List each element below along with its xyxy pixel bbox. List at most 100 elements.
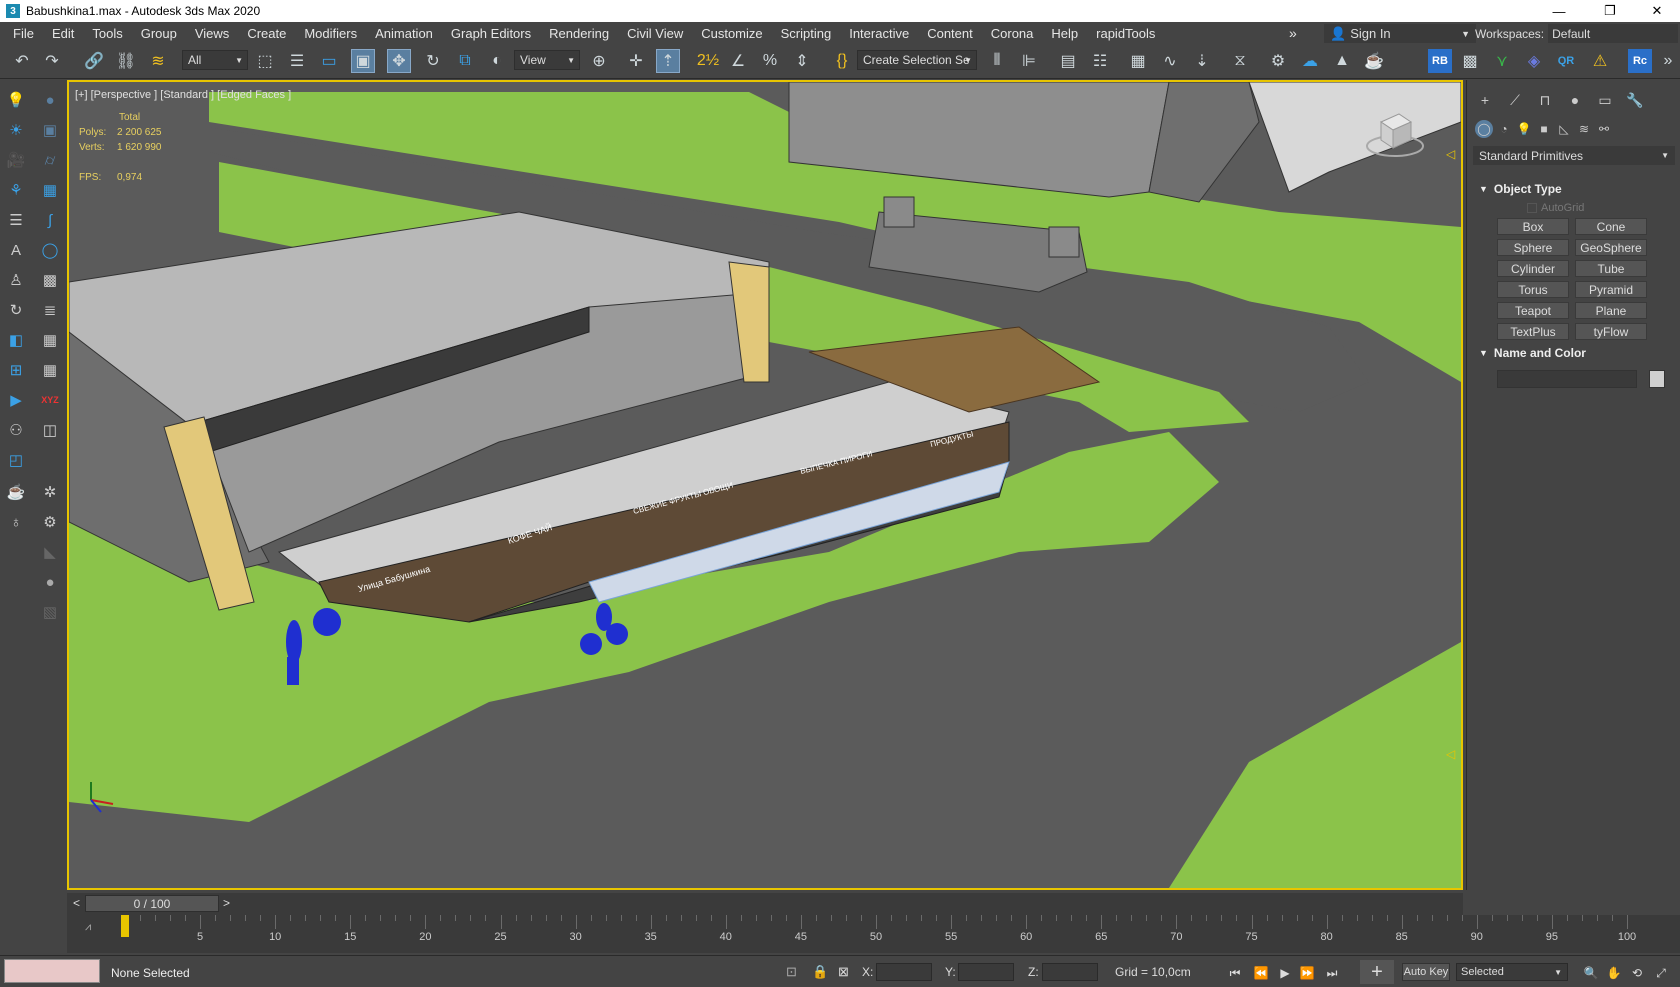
orbit-icon[interactable]: ⟲: [1628, 964, 1646, 982]
menu-animation[interactable]: Animation: [366, 26, 442, 41]
create-tab-icon[interactable]: +: [1475, 90, 1495, 110]
rotate-icon[interactable]: ↻: [421, 49, 445, 73]
people-icon[interactable]: ⚇: [4, 418, 28, 442]
move-icon[interactable]: ✥: [387, 49, 411, 73]
angle-snap-icon[interactable]: ∠: [726, 49, 750, 73]
cone-button[interactable]: Cone: [1575, 218, 1647, 235]
menu-content[interactable]: Content: [918, 26, 982, 41]
viewport-label[interactable]: [+] [Perspective ] [Standard ] [Edged Fa…: [75, 89, 291, 101]
absolute-mode-icon[interactable]: ⊠: [838, 964, 849, 980]
toolbar-chevron-icon[interactable]: »: [1656, 49, 1680, 73]
category-dropdown[interactable]: Standard Primitives ▼: [1473, 146, 1675, 165]
curve-toggle-icon[interactable]: ⩘: [85, 921, 91, 934]
previous-frame-icon[interactable]: ⏪: [1252, 964, 1270, 982]
rb-badge[interactable]: RB: [1428, 49, 1452, 73]
render-setup-icon[interactable]: ☁: [1298, 49, 1322, 73]
selection-filter-dropdown[interactable]: All ▼: [182, 50, 248, 70]
set-key-button[interactable]: +: [1360, 960, 1394, 984]
layer-explorer-icon[interactable]: ▤: [1056, 49, 1080, 73]
minimize-button[interactable]: —: [1536, 0, 1582, 22]
menu-edit[interactable]: Edit: [43, 26, 83, 41]
list-icon[interactable]: ☰: [4, 208, 28, 232]
cog-icon[interactable]: ⚙: [38, 510, 62, 534]
z-field[interactable]: [1042, 963, 1098, 981]
diamond-icon[interactable]: ◈: [1522, 49, 1546, 73]
next-frame-icon[interactable]: ⏩: [1298, 964, 1316, 982]
cylinder-button[interactable]: Cylinder: [1497, 260, 1569, 277]
auto-key-button[interactable]: Auto Key: [1402, 963, 1450, 981]
spinner-snap-icon[interactable]: ⇕: [790, 49, 814, 73]
shapes-icon[interactable]: ◔: [1495, 120, 1513, 138]
sphere-button[interactable]: Sphere: [1497, 239, 1569, 256]
perspective-viewport[interactable]: Улица Бабушкина КОФЕ ЧАЙ СВЕЖИЕ ФРУКТЫ О…: [67, 80, 1463, 890]
helpers-icon[interactable]: ◺: [1555, 120, 1573, 138]
select-object-icon[interactable]: ⬚: [253, 49, 277, 73]
snap-tool-icon[interactable]: ⊞: [4, 358, 28, 382]
cameras-icon[interactable]: ■: [1535, 120, 1553, 138]
edit-named-selection-icon[interactable]: {}: [830, 49, 854, 73]
sign-in-button[interactable]: 👤 Sign In ▼: [1324, 24, 1476, 43]
unlink-icon[interactable]: ⛓: [114, 49, 138, 73]
undo-icon[interactable]: ↶: [10, 49, 34, 73]
rotate-tool-icon[interactable]: ↻: [4, 298, 28, 322]
keyboard-shortcut-override-icon[interactable]: ⇡: [656, 49, 680, 73]
tube-button[interactable]: Tube: [1575, 260, 1647, 277]
render-frame-icon[interactable]: ▲: [1330, 49, 1354, 73]
menu-graph-editors[interactable]: Graph Editors: [442, 26, 540, 41]
x-field[interactable]: [876, 963, 932, 981]
menu-scripting[interactable]: Scripting: [772, 26, 841, 41]
menu-views[interactable]: Views: [186, 26, 238, 41]
percent-snap-icon[interactable]: %: [758, 49, 782, 73]
rc-badge[interactable]: Rc: [1628, 49, 1652, 73]
torus-button[interactable]: Torus: [1497, 281, 1569, 298]
link-icon[interactable]: 🔗: [82, 49, 106, 73]
warning-icon[interactable]: ⚠: [1588, 49, 1612, 73]
menu-file[interactable]: File: [4, 26, 43, 41]
object-type-rollout[interactable]: ▼ Object Type: [1471, 182, 1677, 196]
pyramid-button[interactable]: Pyramid: [1575, 281, 1647, 298]
render-icon[interactable]: ☕: [1362, 49, 1386, 73]
lock-icon[interactable]: 🔒: [812, 964, 828, 980]
frame-icon[interactable]: ◰: [4, 448, 28, 472]
teapot-button[interactable]: Teapot: [1497, 302, 1569, 319]
cylinder-icon[interactable]: ⌭: [38, 148, 62, 172]
window-crossing-icon[interactable]: ▣: [351, 49, 375, 73]
key-filter-dropdown[interactable]: Selected ▼: [1456, 963, 1568, 981]
grid-icon[interactable]: ▦: [38, 178, 62, 202]
geosphere-button[interactable]: GeoSphere: [1575, 239, 1647, 256]
object-name-field[interactable]: [1497, 370, 1637, 388]
utilities-tab-icon[interactable]: 🔧: [1625, 90, 1645, 110]
go-to-start-icon[interactable]: ⏮: [1226, 964, 1244, 982]
bind-spacewarp-icon[interactable]: ≋: [146, 49, 170, 73]
cube-tool-icon[interactable]: ◧: [4, 328, 28, 352]
isolate-icon[interactable]: ⊡: [786, 964, 797, 980]
menu-tools[interactable]: Tools: [83, 26, 131, 41]
spacewarps-icon[interactable]: ≋: [1575, 120, 1593, 138]
light-bulb-icon[interactable]: 💡: [4, 88, 28, 112]
scene-explorer-icon[interactable]: ☷: [1088, 49, 1112, 73]
y-field[interactable]: [958, 963, 1014, 981]
ref-coord-dropdown[interactable]: View ▼: [514, 50, 580, 70]
time-slider[interactable]: < 0 / 100 >: [67, 893, 1463, 915]
figure-icon[interactable]: ♙: [4, 268, 28, 292]
object-color-swatch[interactable]: [1649, 370, 1665, 388]
play-icon[interactable]: ▶: [1276, 964, 1294, 982]
next-frame-button[interactable]: >: [223, 896, 230, 910]
dope-sheet-icon[interactable]: ⇣: [1190, 49, 1214, 73]
geometry-icon[interactable]: ◯: [1475, 120, 1493, 138]
camera-icon[interactable]: 🎥: [4, 148, 28, 172]
grid-c-icon[interactable]: ▦: [38, 328, 62, 352]
prev-frame-button[interactable]: <: [73, 896, 80, 910]
circle-icon[interactable]: ◯: [38, 238, 62, 262]
menu-civil-view[interactable]: Civil View: [618, 26, 692, 41]
xyz-icon[interactable]: XYZ: [38, 388, 62, 412]
menu-interactive[interactable]: Interactive: [840, 26, 918, 41]
name-color-rollout[interactable]: ▼ Name and Color: [1471, 346, 1677, 360]
tree-icon[interactable]: ⚘: [4, 178, 28, 202]
sphere-icon[interactable]: ●: [38, 88, 62, 112]
schematic-view-icon[interactable]: ⧖: [1228, 49, 1252, 73]
bulb-outline-icon[interactable]: ♁: [4, 510, 28, 534]
place-icon[interactable]: ◐: [485, 49, 509, 73]
play-tool-icon[interactable]: ▶: [4, 388, 28, 412]
go-to-end-icon[interactable]: ⏭: [1323, 964, 1341, 982]
